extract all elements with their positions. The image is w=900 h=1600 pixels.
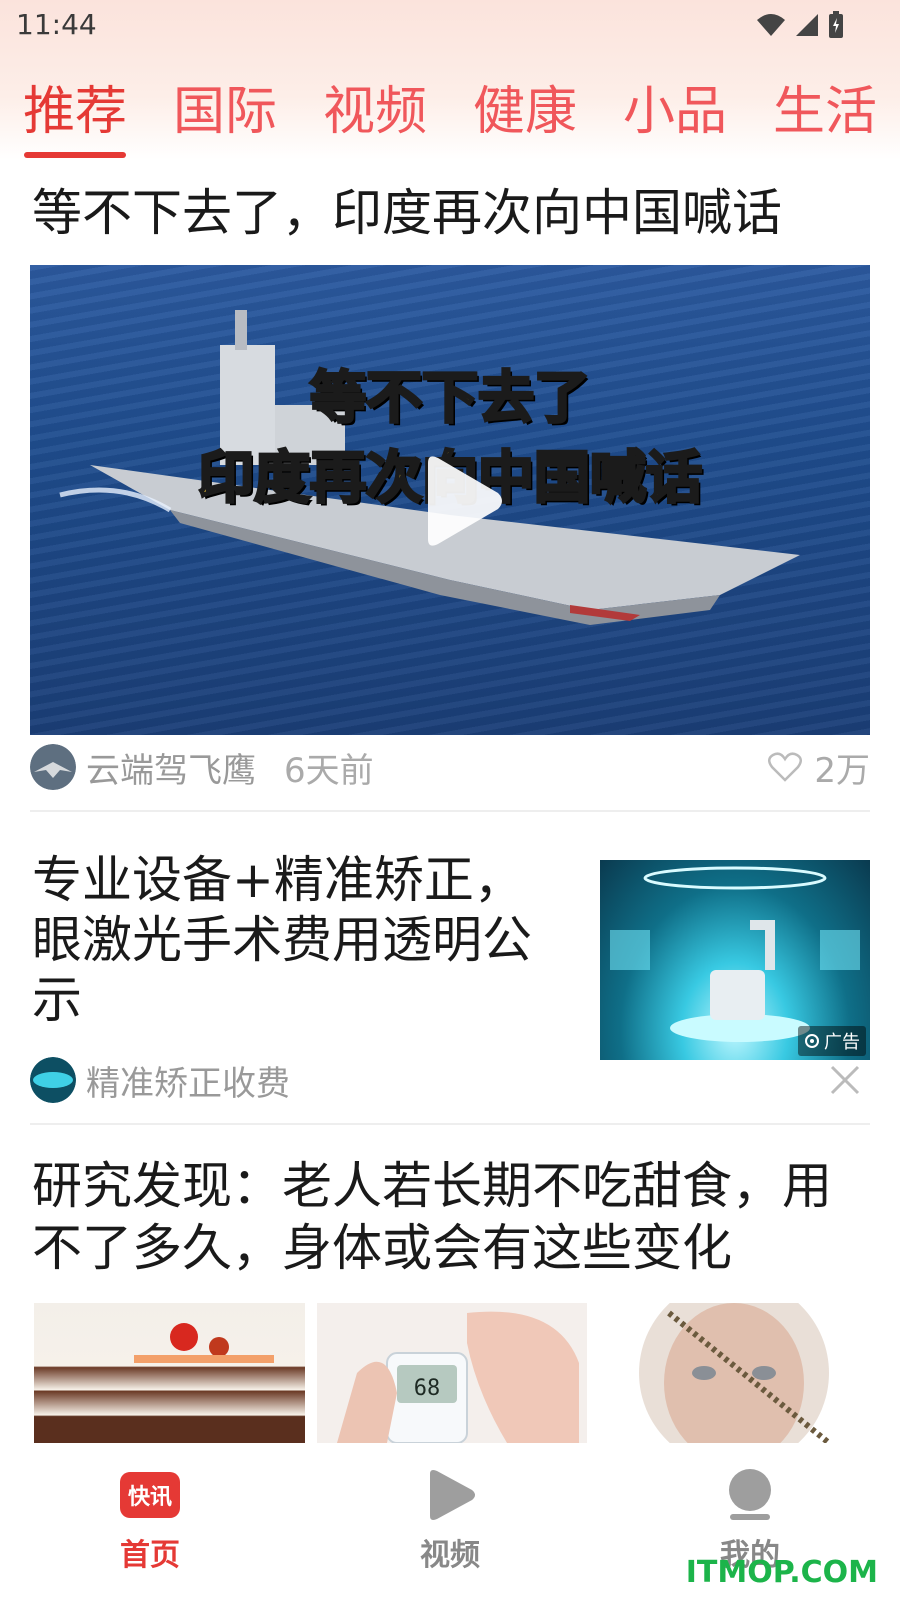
status-icons [756,10,844,40]
ad-source-avatar[interactable] [30,1057,76,1103]
heart-icon [768,752,803,782]
tab-sketch[interactable]: 小品 [600,78,750,158]
category-tabs: 推荐 国际 视频 健康 小品 生活 [0,78,900,158]
play-icon[interactable] [410,453,506,549]
home-icon-text: 快讯 [128,1485,172,1510]
tab-label: 生活 [772,82,877,142]
elderly-woman-image[interactable] [599,1303,871,1443]
like-count: 2万 [814,750,870,791]
tab-label: 视频 [322,82,427,142]
nav-label: 首页 [120,1538,180,1573]
news-feed[interactable]: 等不下去了，印度再次向中国喊话 等不下去了 印度再次向中国喊话 云端驾飞鹰 6天… [0,160,900,1450]
nav-video[interactable]: 视频 [300,1450,600,1600]
author-avatar[interactable] [30,744,76,790]
kuaixun-logo-icon: 快讯 [120,1472,180,1518]
signal-icon [796,14,818,36]
article-thumbnails[interactable]: 68 [34,1303,871,1443]
tab-international[interactable]: 国际 [150,78,300,158]
article-meta: 云端驾飞鹰 6天前 2万 [30,742,870,792]
article-title[interactable]: 等不下去了，印度再次向中国喊话 [32,182,782,244]
close-icon[interactable] [820,1055,870,1105]
divider [30,1123,870,1125]
tab-life[interactable]: 生活 [750,78,900,158]
like-button[interactable]: 2万 [768,742,870,792]
tab-label: 小品 [622,82,727,142]
meter-reading: 68 [413,1376,440,1401]
ad-meta: 精准矫正收费 [30,1055,870,1105]
top-header: 11:44 推荐 国际 视频 健康 小品 生活 [0,0,900,160]
tab-label: 推荐 [22,82,127,142]
tab-label: 国际 [172,82,277,142]
video-thumbnail[interactable]: 等不下去了 印度再次向中国喊话 [30,265,870,735]
bottom-navigation: 快讯 首页 视频 我的 ITMOP.COM [0,1450,900,1600]
publish-time: 6天前 [284,750,374,791]
battery-icon [829,11,843,38]
divider [30,810,870,812]
cake-image[interactable] [34,1303,305,1443]
ad-logo-icon [805,1034,819,1048]
play-icon [430,1470,475,1520]
wifi-icon [757,14,785,36]
article-title[interactable]: 研究发现：老人若长期不吃甜食，用不了多久，身体或会有这些变化 [32,1155,852,1279]
tab-label: 健康 [472,82,577,142]
tab-recommend[interactable]: 推荐 [0,78,150,158]
glucose-meter-image[interactable]: 68 [316,1303,588,1443]
tab-active-indicator [24,152,126,158]
watermark: ITMOP.COM [685,1555,878,1590]
ad-badge: 广告 [798,1026,866,1056]
video-overlay-line1: 等不下去了 [309,365,592,433]
nav-home[interactable]: 快讯 首页 [0,1450,300,1600]
nav-label: 视频 [420,1538,480,1573]
status-time: 11:44 [16,8,97,41]
tab-video[interactable]: 视频 [300,78,450,158]
ad-label: 广告 [824,1032,860,1053]
tab-health[interactable]: 健康 [450,78,600,158]
ad-source-name[interactable]: 精准矫正收费 [86,1056,290,1105]
ad-image[interactable]: 广告 [600,860,870,1060]
ad-title[interactable]: 专业设备+精准矫正，眼激光手术费用透明公示 [32,850,572,1030]
status-bar: 11:44 [0,0,900,50]
user-icon [729,1469,771,1520]
author-name[interactable]: 云端驾飞鹰 [86,743,256,792]
